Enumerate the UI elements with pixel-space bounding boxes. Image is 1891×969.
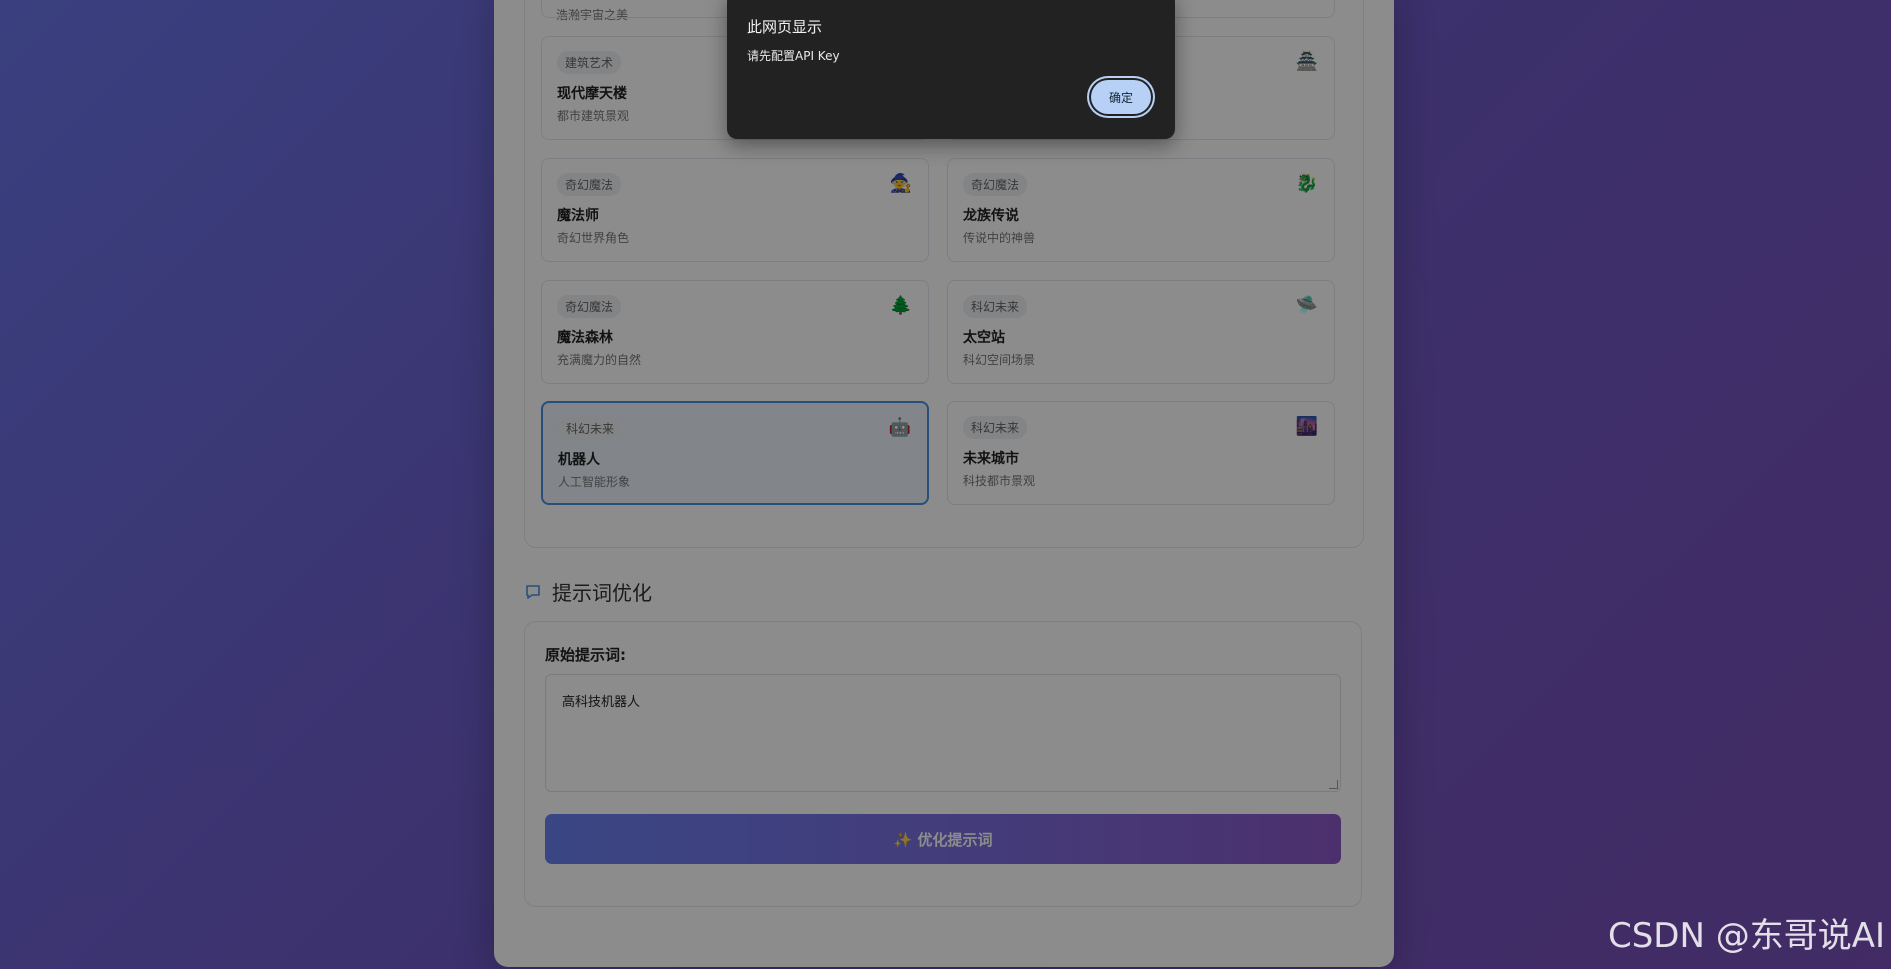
alert-dialog: 此网页显示 请先配置API Key 确定 xyxy=(727,0,1175,139)
dialog-message: 请先配置API Key xyxy=(747,49,840,63)
dialog-title: 此网页显示 xyxy=(747,18,823,36)
modal-overlay xyxy=(0,0,1891,969)
dialog-ok-button[interactable]: 确定 xyxy=(1091,80,1151,114)
watermark: CSDN @东哥说AI xyxy=(1607,916,1885,956)
